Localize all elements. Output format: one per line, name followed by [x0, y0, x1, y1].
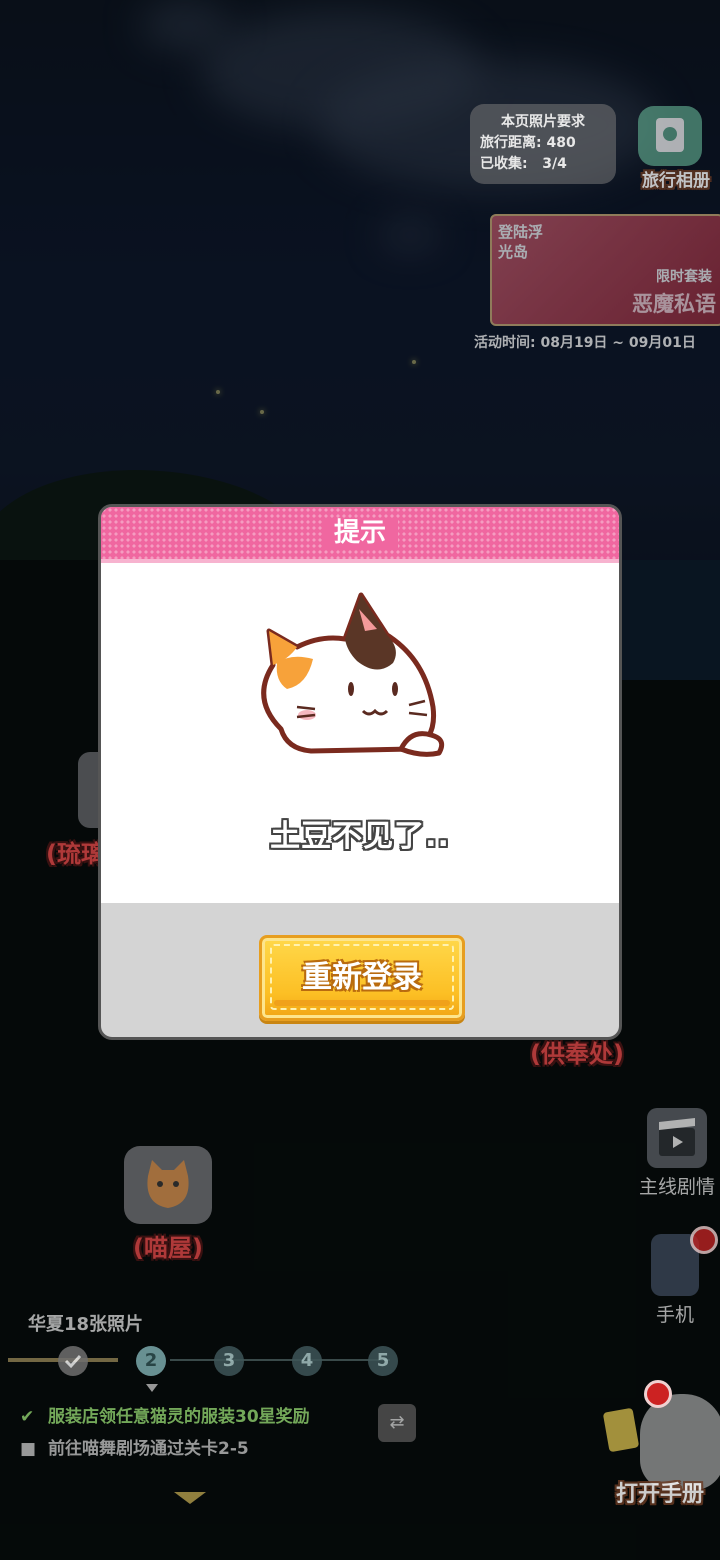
collected-label: 已收集:	[480, 156, 528, 172]
dialog-header: 提示	[101, 507, 619, 563]
distance-label: 旅行距离:	[480, 135, 542, 151]
map-marker-left-label: (琉璃	[46, 840, 105, 868]
relogin-label: 重新登录	[302, 960, 422, 995]
button-shine	[274, 1000, 450, 1006]
swap-icon[interactable]: ⇄	[378, 1404, 416, 1442]
card-icon	[602, 1407, 640, 1453]
phone-label: 手机	[655, 1304, 694, 1326]
progress-node-3[interactable]: 3	[214, 1346, 244, 1376]
event-outfit-name: 恶魔私语	[632, 292, 716, 316]
notice-dialog: 提示 土豆不见了.. 重新登录	[98, 504, 622, 1040]
collected-value: 3/4	[542, 156, 567, 172]
expand-arrow-icon[interactable]	[174, 1492, 206, 1504]
phone-notification-dot	[690, 1226, 718, 1254]
cat-face-icon	[124, 1146, 212, 1224]
meow-house-label: (喵屋)	[133, 1234, 203, 1262]
progress-node-2[interactable]: 2	[136, 1346, 166, 1376]
travel-album-button[interactable]: 旅行相册	[628, 106, 720, 192]
event-banner[interactable]: 登陆浮光岛 限时套装 恶魔私语	[490, 214, 720, 326]
progress-bar-track	[170, 1359, 390, 1361]
task-item-completed: ✔ 服装店领任意猫灵的服装30星奖励	[20, 1402, 310, 1427]
task-text: 服装店领任意猫灵的服装30星奖励	[48, 1407, 310, 1427]
handbook-notification-dot	[644, 1380, 672, 1408]
check-icon	[64, 1354, 82, 1369]
photo-requirement-panel: 本页照片要求 旅行距离: 480 已收集: 3/4	[470, 104, 616, 184]
open-handbook-button[interactable]: 打开手册	[602, 1380, 720, 1520]
task-item-pending: ■ 前往喵舞剧场通过关卡2-5	[20, 1434, 249, 1459]
progress-node-complete[interactable]	[58, 1346, 88, 1376]
meow-house-marker[interactable]: (喵屋)	[122, 1146, 214, 1263]
dialog-message: 土豆不见了..	[270, 819, 450, 854]
progress-title: 华夏18张照片	[28, 1314, 144, 1335]
event-login-tag: 登陆浮光岛	[498, 223, 544, 261]
open-handbook-label: 打开手册	[616, 1482, 705, 1507]
main-story-label: 主线剧情	[638, 1176, 715, 1198]
square-bullet-icon: ■	[20, 1439, 37, 1459]
album-label: 旅行相册	[642, 171, 710, 191]
progress-node-4[interactable]: 4	[292, 1346, 322, 1376]
requirement-title: 本页照片要求	[501, 114, 585, 130]
event-limited-tag: 限时套装	[656, 269, 712, 285]
distance-value: 480	[546, 135, 576, 151]
clapperboard-icon	[647, 1108, 707, 1168]
progress-node-5[interactable]: 5	[368, 1346, 398, 1376]
check-icon: ✔	[20, 1407, 35, 1427]
cat-illustration	[261, 592, 445, 757]
task-text: 前往喵舞剧场通过关卡2-5	[48, 1439, 249, 1459]
event-time: 活动时间: 08月19日 ~ 09月01日	[474, 335, 696, 351]
camera-icon	[638, 106, 702, 166]
current-node-caret	[146, 1384, 158, 1392]
relogin-button[interactable]: 重新登录	[259, 935, 465, 1021]
dialog-title: 提示	[321, 518, 398, 548]
dialog-body: 土豆不见了..	[101, 563, 619, 903]
main-story-button[interactable]: 主线剧情	[634, 1108, 720, 1199]
